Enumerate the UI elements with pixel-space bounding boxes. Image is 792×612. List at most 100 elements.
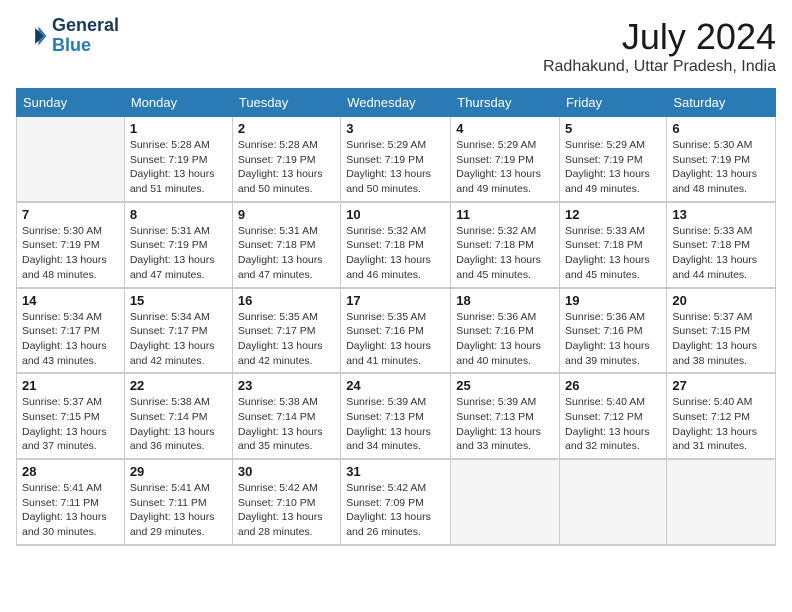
weekday-header-wednesday: Wednesday bbox=[341, 89, 451, 117]
day-info: Sunrise: 5:41 AM Sunset: 7:11 PM Dayligh… bbox=[22, 481, 119, 540]
day-number: 23 bbox=[238, 378, 335, 393]
title-block: July 2024 Radhakund, Uttar Pradesh, Indi… bbox=[543, 16, 776, 76]
day-info: Sunrise: 5:33 AM Sunset: 7:18 PM Dayligh… bbox=[672, 224, 770, 283]
calendar-cell: 1 Sunrise: 5:28 AM Sunset: 7:19 PM Daylig… bbox=[124, 117, 232, 202]
calendar-cell: 21 Sunrise: 5:37 AM Sunset: 7:15 PM Dayli… bbox=[17, 373, 125, 459]
calendar-cell: 19 Sunrise: 5:36 AM Sunset: 7:16 PM Dayli… bbox=[560, 288, 667, 374]
day-info: Sunrise: 5:41 AM Sunset: 7:11 PM Dayligh… bbox=[130, 481, 227, 540]
calendar-cell: 20Sunrise: 5:37 AM Sunset: 7:15 PM Dayli… bbox=[667, 288, 776, 374]
day-info: Sunrise: 5:42 AM Sunset: 7:09 PM Dayligh… bbox=[346, 481, 445, 540]
calendar-body: 1 Sunrise: 5:28 AM Sunset: 7:19 PM Daylig… bbox=[17, 117, 776, 545]
logo-text-blue: Blue bbox=[52, 36, 119, 56]
week-row-2: 7 Sunrise: 5:30 AM Sunset: 7:19 PM Daylig… bbox=[17, 202, 776, 288]
calendar-cell: 30 Sunrise: 5:42 AM Sunset: 7:10 PM Dayli… bbox=[232, 459, 340, 545]
day-info: Sunrise: 5:28 AM Sunset: 7:19 PM Dayligh… bbox=[130, 138, 227, 197]
day-number: 9 bbox=[238, 207, 335, 222]
location-title: Radhakund, Uttar Pradesh, India bbox=[543, 58, 776, 76]
calendar-cell: 17 Sunrise: 5:35 AM Sunset: 7:16 PM Dayli… bbox=[341, 288, 451, 374]
calendar-cell: 22Sunrise: 5:38 AM Sunset: 7:14 PM Dayli… bbox=[124, 373, 232, 459]
day-info: Sunrise: 5:28 AM Sunset: 7:19 PM Dayligh… bbox=[238, 138, 335, 197]
day-number: 10 bbox=[346, 207, 445, 222]
day-number: 26 bbox=[565, 378, 661, 393]
calendar-cell bbox=[560, 459, 667, 545]
day-info: Sunrise: 5:36 AM Sunset: 7:16 PM Dayligh… bbox=[565, 310, 661, 369]
calendar-cell: 4Sunrise: 5:29 AM Sunset: 7:19 PM Daylig… bbox=[451, 117, 560, 202]
day-number: 27 bbox=[672, 378, 770, 393]
calendar-cell: 13 Sunrise: 5:33 AM Sunset: 7:18 PM Dayli… bbox=[667, 202, 776, 288]
weekday-header-sunday: Sunday bbox=[17, 89, 125, 117]
calendar-cell: 12Sunrise: 5:33 AM Sunset: 7:18 PM Dayli… bbox=[560, 202, 667, 288]
week-row-5: 28Sunrise: 5:41 AM Sunset: 7:11 PM Dayli… bbox=[17, 459, 776, 545]
weekday-header-tuesday: Tuesday bbox=[232, 89, 340, 117]
calendar-cell: 6Sunrise: 5:30 AM Sunset: 7:19 PM Daylig… bbox=[667, 117, 776, 202]
day-info: Sunrise: 5:38 AM Sunset: 7:14 PM Dayligh… bbox=[238, 395, 335, 454]
day-number: 25 bbox=[456, 378, 554, 393]
day-number: 3 bbox=[346, 121, 445, 136]
week-row-1: 1 Sunrise: 5:28 AM Sunset: 7:19 PM Daylig… bbox=[17, 117, 776, 202]
calendar-cell: 15 Sunrise: 5:34 AM Sunset: 7:17 PM Dayli… bbox=[124, 288, 232, 374]
calendar-cell: 25Sunrise: 5:39 AM Sunset: 7:13 PM Dayli… bbox=[451, 373, 560, 459]
weekday-row: SundayMondayTuesdayWednesdayThursdayFrid… bbox=[17, 89, 776, 117]
day-info: Sunrise: 5:40 AM Sunset: 7:12 PM Dayligh… bbox=[565, 395, 661, 454]
calendar-cell: 3 Sunrise: 5:29 AM Sunset: 7:19 PM Daylig… bbox=[341, 117, 451, 202]
day-info: Sunrise: 5:32 AM Sunset: 7:18 PM Dayligh… bbox=[456, 224, 554, 283]
day-number: 19 bbox=[565, 293, 661, 308]
logo: General Blue bbox=[16, 16, 119, 56]
calendar-cell: 8Sunrise: 5:31 AM Sunset: 7:19 PM Daylig… bbox=[124, 202, 232, 288]
page-header: General Blue July 2024 Radhakund, Uttar … bbox=[16, 16, 776, 76]
calendar-cell bbox=[667, 459, 776, 545]
day-info: Sunrise: 5:42 AM Sunset: 7:10 PM Dayligh… bbox=[238, 481, 335, 540]
day-number: 1 bbox=[130, 121, 227, 136]
day-info: Sunrise: 5:34 AM Sunset: 7:17 PM Dayligh… bbox=[130, 310, 227, 369]
week-row-4: 21 Sunrise: 5:37 AM Sunset: 7:15 PM Dayli… bbox=[17, 373, 776, 459]
calendar-header: SundayMondayTuesdayWednesdayThursdayFrid… bbox=[17, 89, 776, 117]
day-number: 31 bbox=[346, 464, 445, 479]
day-number: 21 bbox=[22, 378, 119, 393]
day-number: 15 bbox=[130, 293, 227, 308]
day-info: Sunrise: 5:37 AM Sunset: 7:15 PM Dayligh… bbox=[672, 310, 770, 369]
day-info: Sunrise: 5:34 AM Sunset: 7:17 PM Dayligh… bbox=[22, 310, 119, 369]
day-number: 5 bbox=[565, 121, 661, 136]
calendar-cell: 28Sunrise: 5:41 AM Sunset: 7:11 PM Dayli… bbox=[17, 459, 125, 545]
day-info: Sunrise: 5:39 AM Sunset: 7:13 PM Dayligh… bbox=[346, 395, 445, 454]
calendar-cell: 11 Sunrise: 5:32 AM Sunset: 7:18 PM Dayli… bbox=[451, 202, 560, 288]
day-number: 11 bbox=[456, 207, 554, 222]
day-number: 17 bbox=[346, 293, 445, 308]
calendar-cell: 31 Sunrise: 5:42 AM Sunset: 7:09 PM Dayli… bbox=[341, 459, 451, 545]
day-info: Sunrise: 5:35 AM Sunset: 7:16 PM Dayligh… bbox=[346, 310, 445, 369]
day-number: 6 bbox=[672, 121, 770, 136]
day-info: Sunrise: 5:30 AM Sunset: 7:19 PM Dayligh… bbox=[22, 224, 119, 283]
calendar-cell: 29Sunrise: 5:41 AM Sunset: 7:11 PM Dayli… bbox=[124, 459, 232, 545]
calendar-cell bbox=[17, 117, 125, 202]
weekday-header-saturday: Saturday bbox=[667, 89, 776, 117]
day-number: 13 bbox=[672, 207, 770, 222]
calendar-cell: 18Sunrise: 5:36 AM Sunset: 7:16 PM Dayli… bbox=[451, 288, 560, 374]
day-number: 22 bbox=[130, 378, 227, 393]
day-info: Sunrise: 5:29 AM Sunset: 7:19 PM Dayligh… bbox=[346, 138, 445, 197]
day-number: 24 bbox=[346, 378, 445, 393]
calendar-cell: 10 Sunrise: 5:32 AM Sunset: 7:18 PM Dayli… bbox=[341, 202, 451, 288]
calendar-cell: 23 Sunrise: 5:38 AM Sunset: 7:14 PM Dayli… bbox=[232, 373, 340, 459]
calendar-cell: 27 Sunrise: 5:40 AM Sunset: 7:12 PM Dayli… bbox=[667, 373, 776, 459]
weekday-header-thursday: Thursday bbox=[451, 89, 560, 117]
weekday-header-monday: Monday bbox=[124, 89, 232, 117]
calendar-cell: 26 Sunrise: 5:40 AM Sunset: 7:12 PM Dayli… bbox=[560, 373, 667, 459]
day-number: 2 bbox=[238, 121, 335, 136]
day-info: Sunrise: 5:29 AM Sunset: 7:19 PM Dayligh… bbox=[565, 138, 661, 197]
day-number: 7 bbox=[22, 207, 119, 222]
logo-text-general: General bbox=[52, 16, 119, 36]
day-info: Sunrise: 5:32 AM Sunset: 7:18 PM Dayligh… bbox=[346, 224, 445, 283]
day-info: Sunrise: 5:33 AM Sunset: 7:18 PM Dayligh… bbox=[565, 224, 661, 283]
calendar-cell: 24 Sunrise: 5:39 AM Sunset: 7:13 PM Dayli… bbox=[341, 373, 451, 459]
day-number: 30 bbox=[238, 464, 335, 479]
day-info: Sunrise: 5:37 AM Sunset: 7:15 PM Dayligh… bbox=[22, 395, 119, 454]
day-info: Sunrise: 5:40 AM Sunset: 7:12 PM Dayligh… bbox=[672, 395, 770, 454]
calendar-table: SundayMondayTuesdayWednesdayThursdayFrid… bbox=[16, 88, 776, 546]
weekday-header-friday: Friday bbox=[560, 89, 667, 117]
day-info: Sunrise: 5:29 AM Sunset: 7:19 PM Dayligh… bbox=[456, 138, 554, 197]
day-number: 14 bbox=[22, 293, 119, 308]
day-number: 8 bbox=[130, 207, 227, 222]
calendar-cell bbox=[451, 459, 560, 545]
day-info: Sunrise: 5:31 AM Sunset: 7:18 PM Dayligh… bbox=[238, 224, 335, 283]
day-number: 18 bbox=[456, 293, 554, 308]
